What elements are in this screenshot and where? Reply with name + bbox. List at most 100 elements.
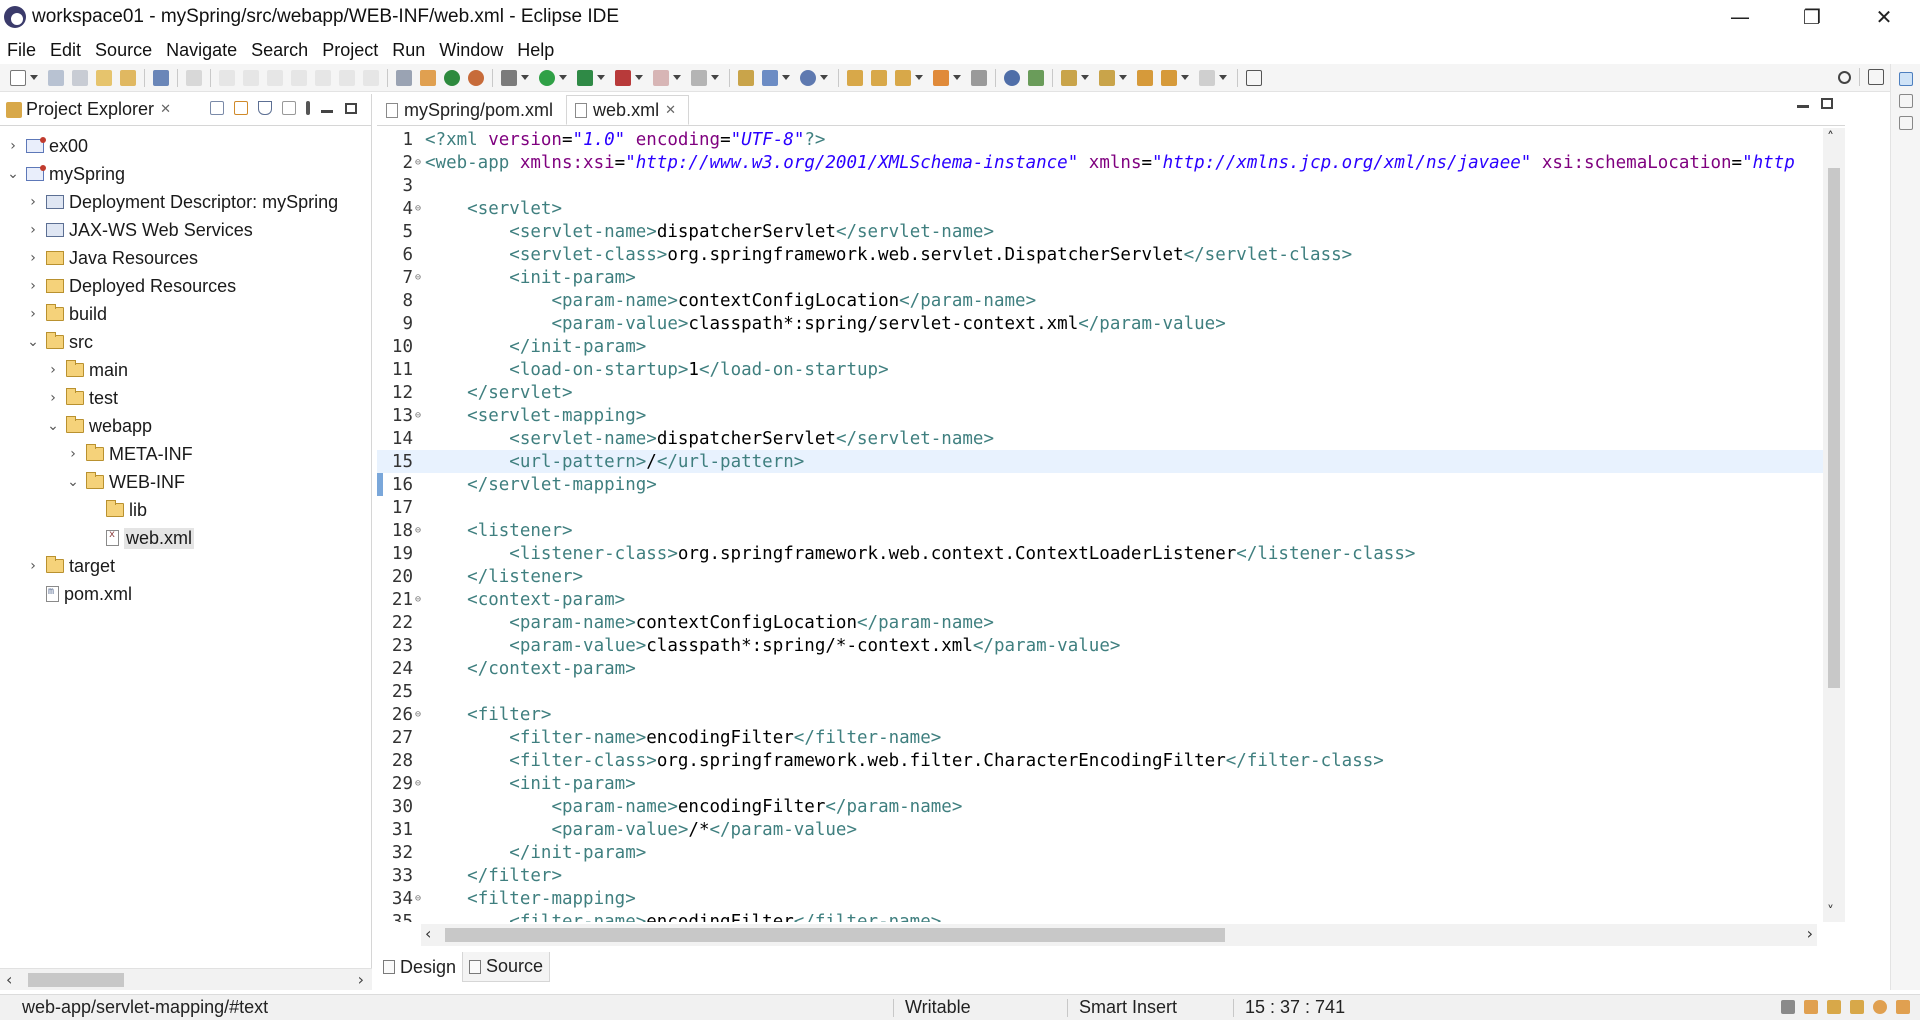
deploy-dropdown-icon[interactable]: [711, 75, 719, 80]
code-line[interactable]: 22 <param-name>contextConfigLocation</pa…: [377, 611, 1845, 634]
menu-edit[interactable]: Edit: [43, 40, 88, 61]
new-java-package-icon[interactable]: [738, 69, 754, 86]
scroll-left-icon[interactable]: ‹: [6, 970, 12, 989]
tree-item-target[interactable]: › target: [0, 552, 371, 580]
tree-item-build[interactable]: › build: [0, 300, 371, 328]
code-line[interactable]: 10 </init-param>: [377, 335, 1845, 358]
collapsed-chevron-icon[interactable]: ›: [26, 278, 40, 294]
code-line[interactable]: 25: [377, 680, 1845, 703]
collapsed-chevron-icon[interactable]: ›: [46, 390, 60, 406]
forward-icon[interactable]: [1199, 69, 1215, 86]
minimize-editor-icon[interactable]: [1797, 105, 1809, 108]
tree-item-myspring[interactable]: ⌄ mySpring: [0, 160, 371, 188]
new-server-dropdown-icon[interactable]: [820, 75, 828, 80]
explorer-horizontal-scrollbar[interactable]: ‹ ›: [0, 968, 372, 990]
tree-item-src[interactable]: ⌄ src: [0, 328, 371, 356]
tasks-icon[interactable]: [1827, 1000, 1841, 1014]
previous-annotation-icon[interactable]: [1099, 69, 1115, 86]
next-annotation-icon[interactable]: [1061, 69, 1077, 86]
code-line[interactable]: 24 </context-param>: [377, 657, 1845, 680]
coverage-dropdown-icon[interactable]: [597, 75, 605, 80]
code-line[interactable]: 2 ⊖ <web-app xmlns:xsi="http://www.w3.org/…: [377, 151, 1845, 174]
code-line[interactable]: 16 </servlet-mapping>: [377, 473, 1845, 496]
collapsed-chevron-icon[interactable]: ›: [26, 250, 40, 266]
external-tools-icon[interactable]: [615, 69, 631, 86]
open-task-icon[interactable]: [871, 69, 887, 86]
link-with-editor-icon[interactable]: [234, 101, 248, 115]
tree-item-pom-xml[interactable]: pom.xml: [0, 580, 371, 608]
collapsed-chevron-icon[interactable]: ›: [66, 446, 80, 462]
code-line[interactable]: 23 <param-value>classpath*:spring/*-cont…: [377, 634, 1845, 657]
new-java-class-icon[interactable]: [762, 69, 778, 86]
search-dropdown-icon[interactable]: [915, 75, 923, 80]
folder-dropdown-icon[interactable]: [953, 75, 961, 80]
code-line[interactable]: 33 </filter>: [377, 864, 1845, 887]
collapsed-chevron-icon[interactable]: ›: [26, 306, 40, 322]
collapsed-chevron-icon[interactable]: ›: [6, 138, 20, 154]
terminal-icon[interactable]: [153, 69, 169, 86]
fold-toggle-icon[interactable]: ⊖: [413, 410, 423, 421]
run-icon[interactable]: [539, 69, 555, 86]
scrollbar-thumb[interactable]: [28, 973, 124, 987]
forward-dropdown-icon[interactable]: [1219, 75, 1227, 80]
code-line[interactable]: 5 <servlet-name>dispatcherServlet</servl…: [377, 220, 1845, 243]
tab-web-xml[interactable]: web.xml ✕: [566, 95, 689, 125]
code-line[interactable]: 29 ⊖ <init-param>: [377, 772, 1845, 795]
view-menu-icon[interactable]: [306, 101, 310, 115]
scroll-right-icon[interactable]: ›: [358, 970, 364, 989]
tree-item-webapp[interactable]: ⌄ webapp: [0, 412, 371, 440]
tree-item-main[interactable]: › main: [0, 356, 371, 384]
code-line[interactable]: 11 <load-on-startup>1</load-on-startup>: [377, 358, 1845, 381]
expanded-chevron-icon[interactable]: ⌄: [46, 418, 60, 434]
tree-item-meta-inf[interactable]: › META-INF: [0, 440, 371, 468]
server-icon[interactable]: [396, 69, 412, 86]
menu-window[interactable]: Window: [432, 40, 510, 61]
back-icon[interactable]: [1161, 69, 1177, 86]
maximize-editor-icon[interactable]: [1821, 98, 1833, 109]
save-icon[interactable]: [48, 69, 64, 86]
code-line[interactable]: 3: [377, 174, 1845, 197]
mark-occurrences-icon[interactable]: [971, 69, 987, 86]
code-line[interactable]: 28 <filter-class>org.springframework.web…: [377, 749, 1845, 772]
tree-item-test[interactable]: › test: [0, 384, 371, 412]
collapsed-chevron-icon[interactable]: ›: [46, 362, 60, 378]
code-line[interactable]: 6 <servlet-class>org.springframework.web…: [377, 243, 1845, 266]
task-list-icon[interactable]: [1898, 116, 1913, 130]
filter-icon[interactable]: [258, 101, 272, 115]
source-editor[interactable]: 1 <?xml version="1.0" encoding="UTF-8"?> 2…: [377, 128, 1845, 922]
coverage-icon[interactable]: [577, 69, 593, 86]
tab-project-explorer[interactable]: Project Explorer ✕: [0, 94, 177, 125]
debug-dropdown-icon[interactable]: [521, 75, 529, 80]
open-folder-icon[interactable]: [933, 69, 949, 86]
expanded-chevron-icon[interactable]: ⌄: [26, 334, 40, 350]
fold-toggle-icon[interactable]: ⊖: [413, 778, 423, 789]
collapsed-chevron-icon[interactable]: ›: [26, 222, 40, 238]
code-line[interactable]: 14 <servlet-name>dispatcherServlet</serv…: [377, 427, 1845, 450]
code-line[interactable]: 34 ⊖ <filter-mapping>: [377, 887, 1845, 910]
restore-button[interactable]: ❐: [1776, 0, 1848, 34]
code-line[interactable]: 17: [377, 496, 1845, 519]
web-browser-icon[interactable]: [1004, 69, 1020, 86]
deploy-icon[interactable]: [691, 69, 707, 86]
stop-dropdown-icon[interactable]: [673, 75, 681, 80]
collapsed-chevron-icon[interactable]: ›: [26, 558, 40, 574]
focus-icon[interactable]: [282, 101, 296, 115]
back-dropdown-icon[interactable]: [1181, 75, 1189, 80]
tab-source[interactable]: Source: [462, 952, 551, 982]
scroll-left-icon[interactable]: ‹: [425, 924, 431, 943]
fold-toggle-icon[interactable]: ⊖: [413, 272, 423, 283]
code-line[interactable]: 7 ⊖ <init-param>: [377, 266, 1845, 289]
fold-toggle-icon[interactable]: ⊖: [413, 203, 423, 214]
scroll-down-icon[interactable]: ˅: [1827, 904, 1834, 920]
tree-item-jax-ws-web-services[interactable]: › JAX-WS Web Services: [0, 216, 371, 244]
new-dropdown-icon[interactable]: [30, 75, 38, 80]
editor-horizontal-scrollbar[interactable]: ‹ ›: [421, 924, 1817, 946]
next-annotation-dropdown-icon[interactable]: [1081, 75, 1089, 80]
code-line[interactable]: 15 <url-pattern>/</url-pattern>: [377, 450, 1845, 473]
new-class-dropdown-icon[interactable]: [782, 75, 790, 80]
code-line[interactable]: 35 <filter-name>encodingFilter</filter-n…: [377, 910, 1845, 923]
new-icon[interactable]: [10, 69, 26, 86]
external-tools-dropdown-icon[interactable]: [635, 75, 643, 80]
tree-item-ex00[interactable]: › ex00: [0, 132, 371, 160]
menu-run[interactable]: Run: [385, 40, 432, 61]
